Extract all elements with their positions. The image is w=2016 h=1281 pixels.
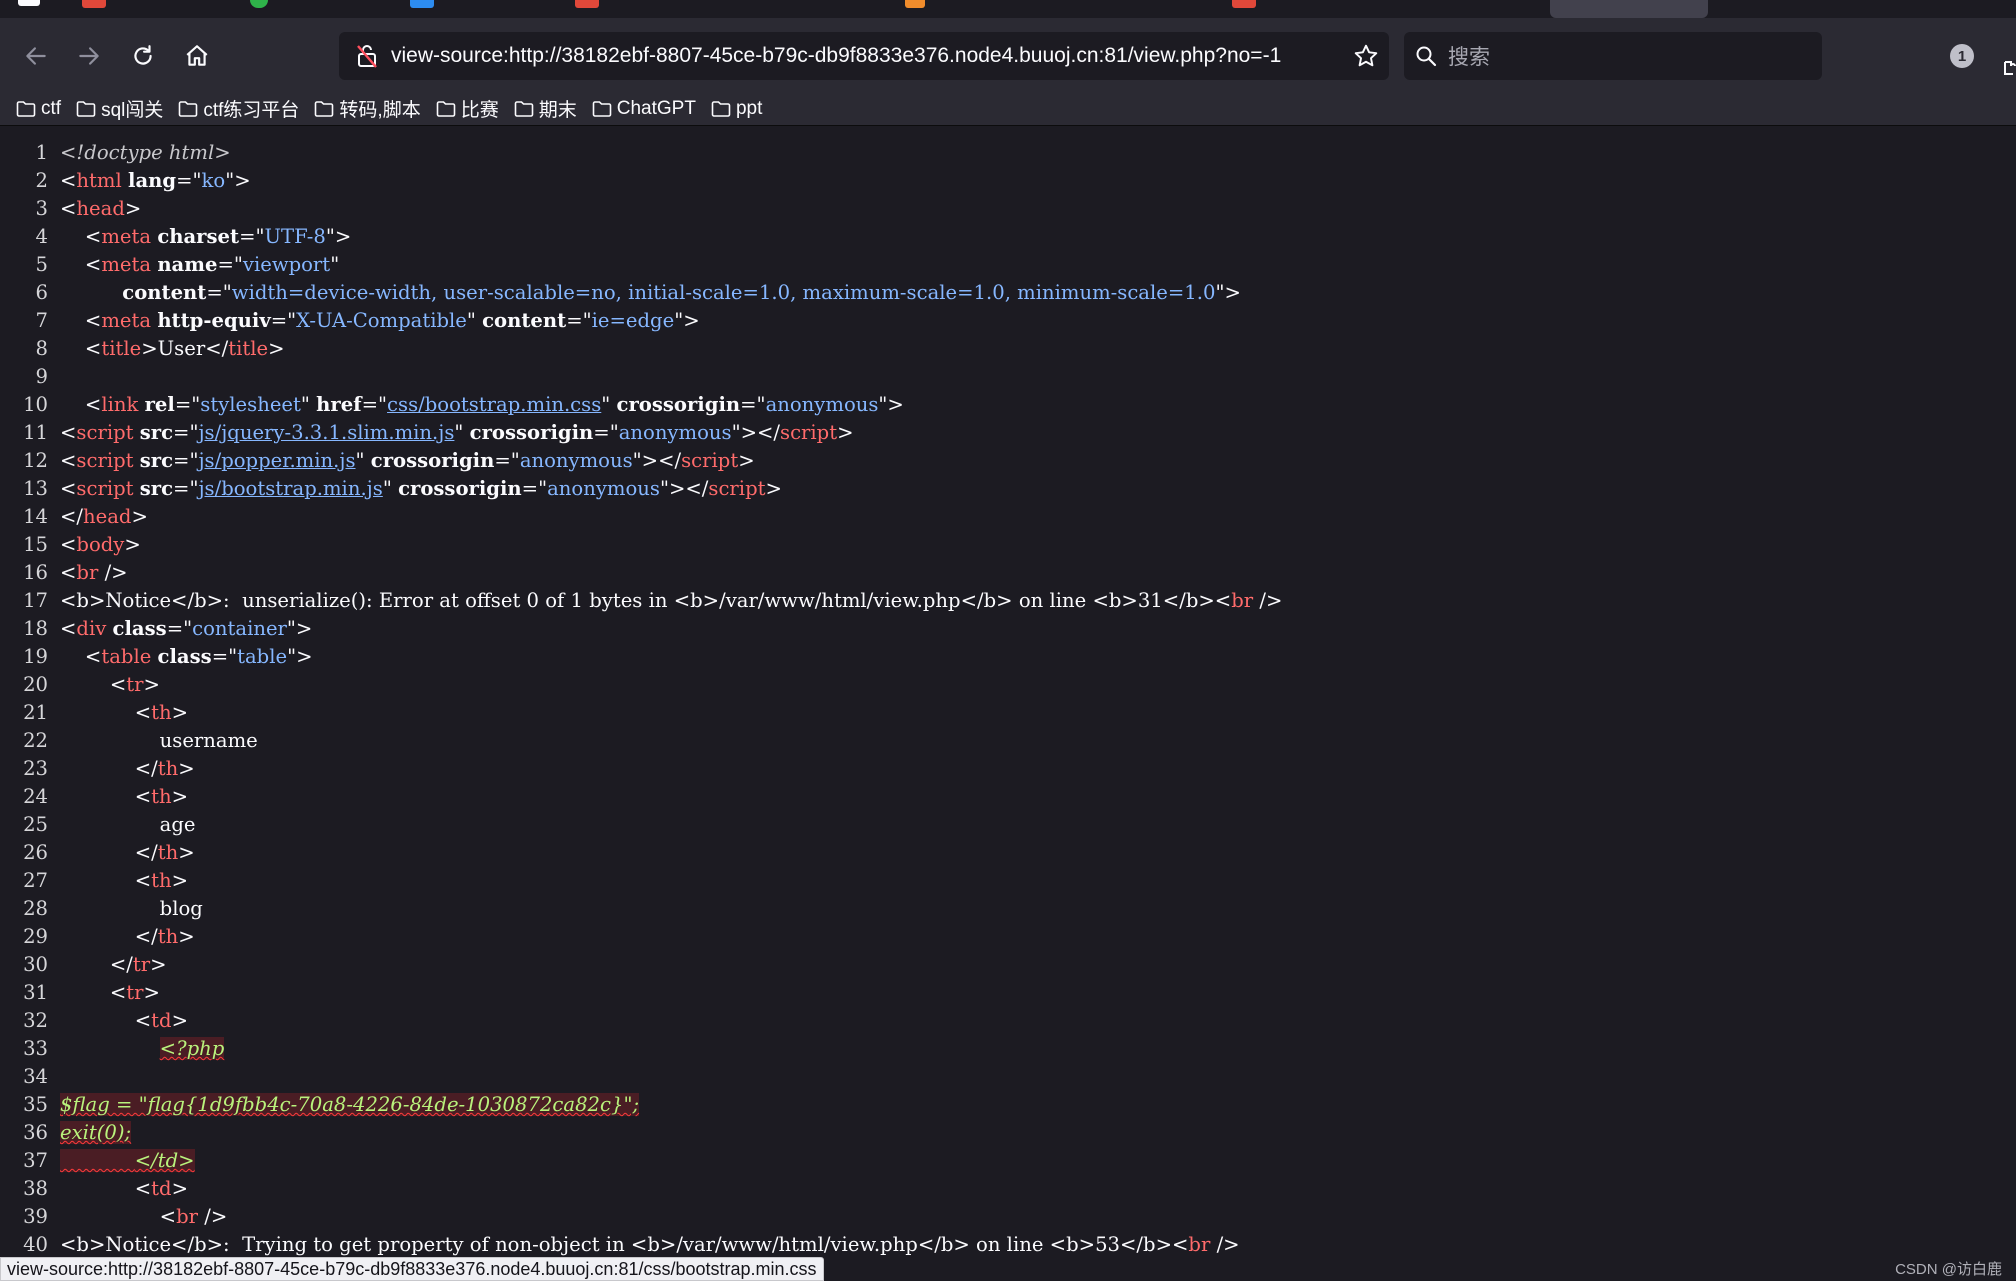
source-line: 20 <tr> bbox=[23, 673, 160, 696]
search-icon bbox=[1416, 46, 1437, 67]
source-link[interactable]: js/popper.min.js bbox=[198, 449, 355, 472]
source-line: 31 <tr> bbox=[23, 981, 160, 1004]
source-line: 28 blog bbox=[23, 897, 203, 920]
source-line: 8 <title>User</title> bbox=[35, 337, 285, 360]
source-line: 38 <td> bbox=[23, 1177, 189, 1200]
source-line: 26 </th> bbox=[23, 841, 195, 864]
source-line: 12 <script src="js/popper.min.js" crossor… bbox=[23, 449, 755, 472]
tab-favicon[interactable] bbox=[18, 0, 40, 6]
source-line: 35 $flag = "flag{1d9fbb4c-70a8-4226-84de-… bbox=[23, 1093, 640, 1116]
folder-icon bbox=[76, 100, 96, 117]
navigation-toolbar: view-source:http://38182ebf-8807-45ce-b7… bbox=[0, 18, 2016, 92]
source-line: 30 </tr> bbox=[23, 953, 167, 976]
reload-button[interactable] bbox=[122, 35, 164, 77]
exit-line: exit(0); bbox=[60, 1121, 132, 1144]
status-bar: view-source:http://38182ebf-8807-45ce-b7… bbox=[0, 1257, 824, 1281]
source-line: 23 </th> bbox=[23, 757, 195, 780]
source-line: 19 <table class="table"> bbox=[23, 645, 313, 668]
folder-icon bbox=[514, 100, 534, 117]
source-link[interactable]: js/bootstrap.min.js bbox=[198, 477, 382, 500]
source-line: 36 exit(0); bbox=[23, 1121, 132, 1144]
source-line: 10 <link rel="stylesheet" href="css/boot… bbox=[23, 393, 904, 416]
source-line: 29 </th> bbox=[23, 925, 195, 948]
extensions-menu-icon[interactable] bbox=[2002, 58, 2016, 80]
folder-icon bbox=[315, 100, 334, 117]
tab-favicon[interactable] bbox=[410, 0, 434, 8]
tab-favicon[interactable] bbox=[575, 0, 599, 8]
folder-icon bbox=[16, 100, 36, 117]
view-source-content: 1 <!doctype html> 2 <html lang="ko"> 3 <hea… bbox=[0, 127, 2016, 1257]
source-line: 34 bbox=[23, 1065, 48, 1088]
search-bar[interactable]: 搜索 bbox=[1404, 32, 1822, 80]
source-link[interactable]: js/jquery-3.3.1.slim.min.js bbox=[198, 421, 454, 444]
back-button[interactable] bbox=[15, 35, 57, 77]
source-line: 17 <b>Notice</b>: unserialize(): Error at… bbox=[23, 589, 1283, 612]
star-icon bbox=[1354, 44, 1378, 67]
source-line: 4 <meta charset="UTF-8"> bbox=[35, 225, 352, 248]
source-line: 5 <meta name="viewport" bbox=[35, 253, 340, 276]
source-line: 6 content="width=device-width, user-scal… bbox=[35, 281, 1241, 304]
search-placeholder[interactable]: 搜索 bbox=[1448, 41, 1490, 71]
back-arrow-icon bbox=[26, 47, 46, 65]
tab-favicon[interactable] bbox=[905, 0, 925, 8]
bookmark-folder-contest[interactable]: 比赛 bbox=[436, 94, 499, 124]
forward-button[interactable] bbox=[68, 35, 110, 77]
tab-favicon[interactable] bbox=[1232, 0, 1256, 8]
source-line: 14 </head> bbox=[23, 505, 148, 528]
active-tab[interactable] bbox=[1550, 0, 1708, 18]
source-line: 22 username bbox=[23, 729, 258, 752]
bookmark-folder-final[interactable]: 期末 bbox=[514, 94, 577, 124]
source-line: 24 <th> bbox=[23, 785, 189, 808]
url-text[interactable]: view-source:http://38182ebf-8807-45ce-b7… bbox=[387, 44, 1343, 68]
source-line: 40 <b>Notice</b>: Trying to get property … bbox=[23, 1233, 1240, 1256]
tab-favicon[interactable] bbox=[250, 0, 268, 8]
source-line: 39 <br /> bbox=[23, 1205, 228, 1228]
insecure-lock-icon[interactable] bbox=[347, 32, 387, 80]
bookmark-folder-ppt[interactable]: ppt bbox=[711, 94, 762, 124]
source-line: 21 <th> bbox=[23, 701, 189, 724]
source-line: 18 <div class="container"> bbox=[23, 617, 313, 640]
bookmarks-toolbar: ctf sql闯关 ctf练习平台 转码,脚本 比赛 期末 ChatGPT pp… bbox=[0, 92, 2016, 126]
source-line: 27 <th> bbox=[23, 869, 189, 892]
source-line: 3 <head> bbox=[35, 197, 142, 220]
source-line: 9 bbox=[35, 365, 48, 388]
bookmark-folder-ctf-platform[interactable]: ctf练习平台 bbox=[178, 94, 299, 124]
home-button[interactable] bbox=[176, 35, 218, 77]
bookmark-folder-scripts[interactable]: 转码,脚本 bbox=[314, 94, 421, 124]
extension-badge-icon[interactable]: 1 bbox=[1950, 44, 1974, 68]
bookmark-star-button[interactable] bbox=[1343, 32, 1389, 80]
folder-icon bbox=[179, 100, 198, 117]
folder-icon bbox=[711, 100, 731, 117]
source-line: 37 </td> bbox=[23, 1149, 195, 1172]
watermark: CSDN @访白鹿 bbox=[1895, 1261, 2002, 1278]
home-icon bbox=[186, 45, 208, 66]
tab-strip bbox=[0, 0, 2016, 18]
tab-favicon[interactable] bbox=[82, 0, 106, 8]
status-url: view-source:http://38182ebf-8807-45ce-b7… bbox=[7, 1258, 817, 1279]
url-bar[interactable]: view-source:http://38182ebf-8807-45ce-b7… bbox=[339, 32, 1389, 80]
folder-icon bbox=[436, 100, 456, 117]
source-line: 32 <td> bbox=[23, 1009, 189, 1032]
parse-error-highlight: <?php bbox=[159, 1037, 225, 1060]
source-line: 13 <script src="js/bootstrap.min.js" cros… bbox=[23, 477, 782, 500]
reload-icon bbox=[134, 45, 152, 65]
bookmark-folder-ctf[interactable]: ctf bbox=[16, 94, 61, 124]
source-line: 15 <body> bbox=[23, 533, 141, 556]
source-line: 2 <html lang="ko"> bbox=[35, 169, 251, 192]
source-line: 7 <meta http-equiv="X-UA-Compatible" con… bbox=[35, 309, 700, 332]
flag-line: $flag = "flag{1d9fbb4c-70a8-4226-84de-10… bbox=[60, 1093, 640, 1116]
bookmark-folder-sql[interactable]: sql闯关 bbox=[76, 94, 163, 124]
bookmark-folder-chatgpt[interactable]: ChatGPT bbox=[592, 94, 696, 124]
forward-arrow-icon bbox=[79, 47, 99, 65]
source-line: 1 <!doctype html> bbox=[35, 141, 231, 164]
source-line: 16 <br /> bbox=[23, 561, 128, 584]
source-link[interactable]: css/bootstrap.min.css bbox=[387, 393, 601, 416]
source-line: 25 age bbox=[23, 813, 196, 836]
source-line: 33 <?php bbox=[23, 1037, 225, 1060]
folder-icon bbox=[592, 100, 612, 117]
source-line: 11 <script src="js/jquery-3.3.1.slim.min.… bbox=[23, 421, 854, 444]
